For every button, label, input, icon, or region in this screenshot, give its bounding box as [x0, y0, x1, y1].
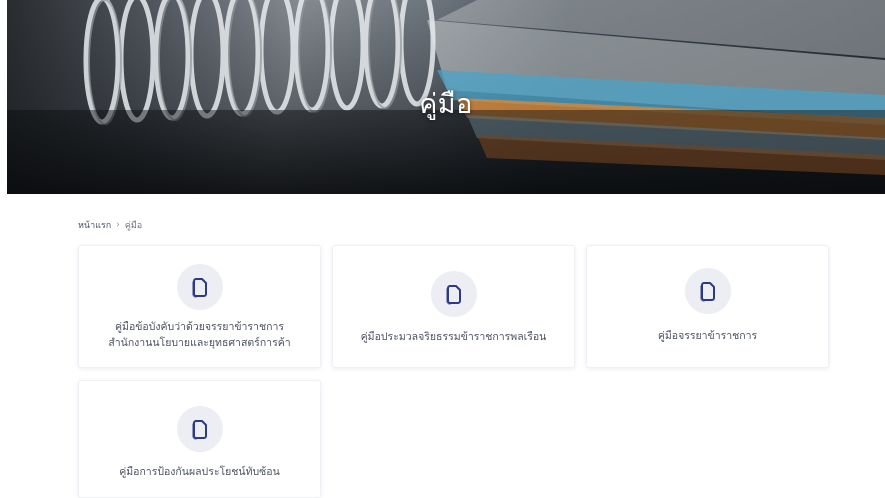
breadcrumb-current: คู่มือ — [124, 221, 143, 231]
document-icon — [191, 278, 207, 298]
card-label: คู่มือประมวลจริยธรรมข้าราชการพลเรือน — [360, 331, 547, 343]
breadcrumb-home-link[interactable]: หน้าแรก — [78, 218, 111, 232]
card-label: คู่มือการป้องกันผลประโยชน์ทับซ้อน — [119, 466, 280, 478]
page-title: คู่มือ — [419, 89, 473, 120]
document-icon-circle — [176, 264, 223, 310]
document-icon — [445, 285, 461, 305]
hero-banner: คู่มือ — [7, 0, 885, 194]
card-handbook-civil-servant-ethics-code[interactable]: คู่มือประมวลจริยธรรมข้าราชการพลเรือน — [332, 245, 575, 368]
document-icon-circle — [430, 271, 477, 317]
document-icon — [191, 420, 207, 440]
card-handbook-conflict-of-interest[interactable]: คู่มือการป้องกันผลประโยชน์ทับซ้อน — [78, 380, 321, 498]
card-handbook-ethics-regulation[interactable]: คู่มือข้อบังคับว่าด้วยจรรยาข้าราชการ สำน… — [78, 245, 321, 368]
breadcrumb: หน้าแรก › คู่มือ — [78, 218, 142, 232]
document-icon — [699, 282, 715, 302]
card-label: คู่มือข้อบังคับว่าด้วยจรรยาข้าราชการ สำน… — [98, 319, 300, 351]
document-icon-circle — [176, 406, 223, 452]
card-label-line1: คู่มือข้อบังคับว่าด้วยจรรยาข้าราชการ — [115, 321, 284, 333]
card-label-line2: สำนักงานนโยบายและยุทธศาสตร์การค้า — [108, 337, 291, 349]
document-icon-circle — [684, 268, 731, 314]
card-handbook-civil-servant-ethics[interactable]: คู่มือจรรยาข้าราชการ — [586, 245, 829, 368]
card-label: คู่มือจรรยาข้าราชการ — [657, 330, 758, 342]
breadcrumb-separator: › — [116, 220, 120, 230]
